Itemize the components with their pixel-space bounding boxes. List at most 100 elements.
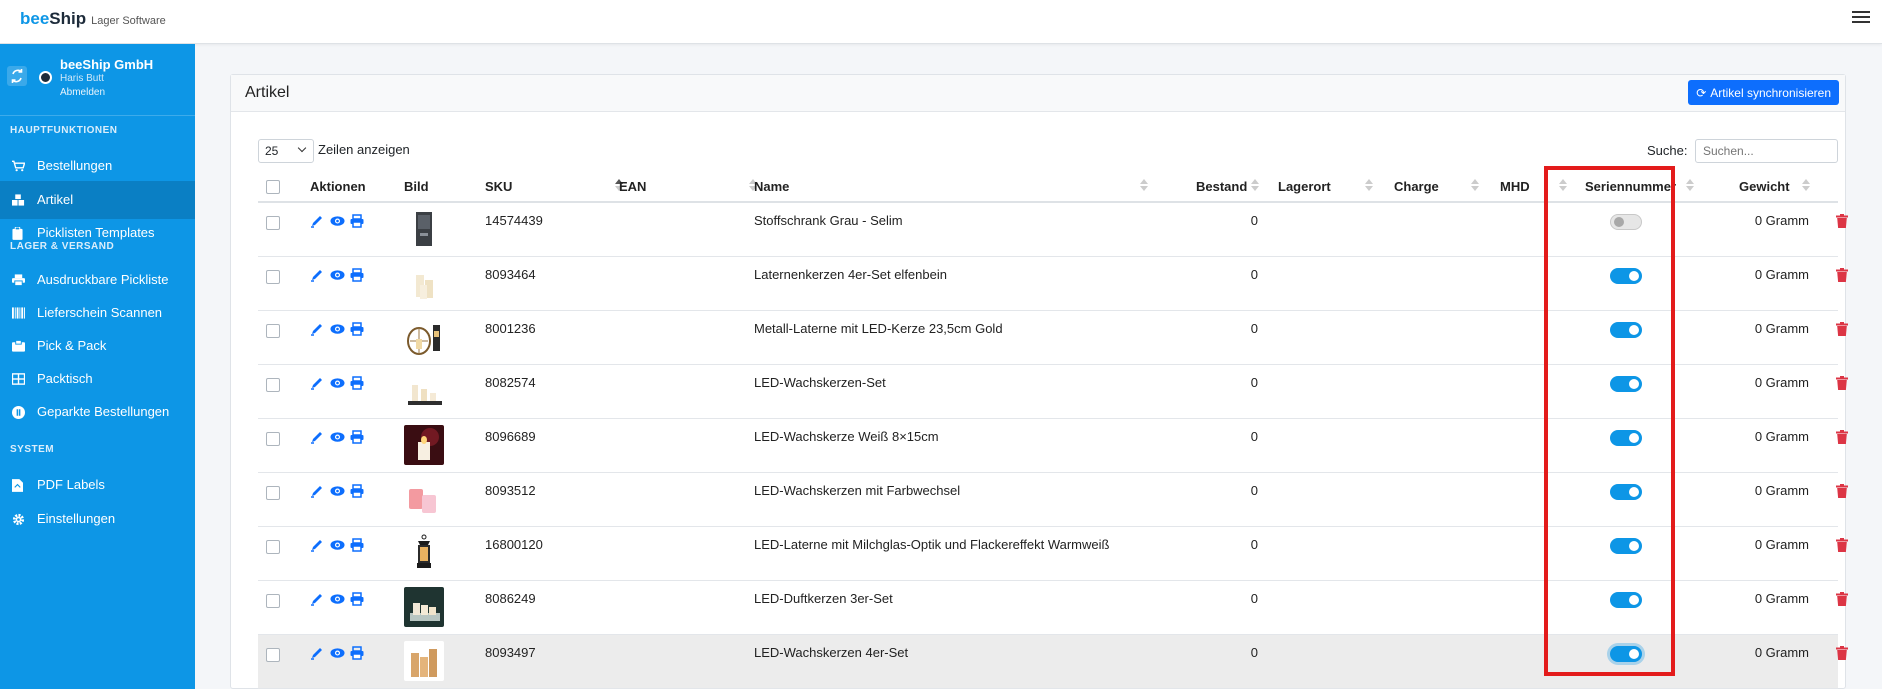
row-checkbox[interactable] (266, 432, 280, 446)
trash-icon[interactable] (1836, 322, 1848, 336)
row-checkbox[interactable] (266, 540, 280, 554)
eye-icon[interactable] (330, 538, 345, 552)
sidebar-item-label: Artikel (37, 192, 74, 207)
row-checkbox[interactable] (266, 378, 280, 392)
print-icon[interactable] (350, 214, 364, 228)
cell-weight: 0 Gramm (1754, 537, 1809, 552)
header-stock[interactable]: Bestand (1196, 179, 1247, 194)
logout-link[interactable]: Abmelden (60, 87, 105, 98)
sidebar-item-bestellungen[interactable]: Bestellungen (0, 147, 195, 185)
cell-stock: 0 (1250, 591, 1258, 606)
eye-icon[interactable] (330, 592, 345, 606)
cell-weight: 0 Gramm (1754, 429, 1809, 444)
eye-icon[interactable] (330, 376, 345, 390)
row-actions (310, 376, 364, 390)
row-checkbox[interactable] (266, 216, 280, 230)
trash-icon[interactable] (1836, 538, 1848, 552)
hamburger-menu-icon[interactable] (1852, 8, 1870, 26)
trash-icon[interactable] (1836, 430, 1848, 444)
cart-icon (12, 160, 26, 172)
trash-icon[interactable] (1836, 646, 1848, 660)
sidebar: beeShip GmbH Haris Butt Abmelden HAUPTFU… (0, 44, 195, 689)
sidebar-item-einstellungen[interactable]: Einstellungen (0, 500, 195, 538)
edit-icon[interactable] (310, 646, 324, 660)
edit-icon[interactable] (310, 214, 324, 228)
sort-stock-icon[interactable] (1251, 179, 1259, 193)
cell-sku: 16800120 (485, 537, 543, 552)
trash-icon[interactable] (1836, 268, 1848, 282)
edit-icon[interactable] (310, 430, 324, 444)
product-image (404, 641, 444, 681)
select-all-checkbox[interactable] (266, 180, 280, 194)
print-icon[interactable] (350, 268, 364, 282)
page-length-select[interactable]: 25 (258, 139, 314, 163)
cell-name: LED-Wachskerze Weiß 8×15cm (754, 429, 939, 444)
edit-icon[interactable] (310, 538, 324, 552)
header-location[interactable]: Lagerort (1278, 179, 1331, 194)
search-input[interactable] (1695, 139, 1838, 163)
row-checkbox[interactable] (266, 324, 280, 338)
sort-batch-icon[interactable] (1471, 179, 1479, 193)
edit-icon[interactable] (310, 322, 324, 336)
header-weight[interactable]: Gewicht (1739, 179, 1790, 194)
cell-sku: 8093497 (485, 645, 536, 660)
print-icon[interactable] (350, 376, 364, 390)
eye-icon[interactable] (330, 322, 345, 336)
cell-stock: 0 (1250, 429, 1258, 444)
sidebar-item-geparkte-bestellungen[interactable]: Geparkte Bestellungen (0, 393, 195, 431)
trash-icon[interactable] (1836, 484, 1848, 498)
header-ean[interactable]: EAN (619, 179, 646, 194)
trash-icon[interactable] (1836, 592, 1848, 606)
cell-sku: 8096689 (485, 429, 536, 444)
eye-icon[interactable] (330, 430, 345, 444)
sort-weight-icon[interactable] (1802, 179, 1810, 193)
print-icon[interactable] (350, 592, 364, 606)
eye-icon[interactable] (330, 214, 345, 228)
sort-name-icon[interactable] (1140, 179, 1148, 193)
box-icon (12, 339, 25, 352)
print-icon[interactable] (350, 322, 364, 336)
sidebar-item-pdf-labels[interactable]: PDF Labels (0, 466, 195, 504)
print-icon[interactable] (350, 484, 364, 498)
eye-icon[interactable] (330, 484, 345, 498)
header-name[interactable]: Name (754, 179, 789, 194)
cell-weight: 0 Gramm (1754, 591, 1809, 606)
header-mhd[interactable]: MHD (1500, 179, 1530, 194)
sync-icon[interactable] (7, 66, 27, 86)
product-image (404, 263, 444, 303)
sort-serial-icon[interactable] (1686, 179, 1694, 193)
row-checkbox[interactable] (266, 270, 280, 284)
sync-articles-button[interactable]: ⟳ Artikel synchronisieren (1688, 80, 1839, 105)
product-image (404, 479, 444, 519)
cell-sku: 14574439 (485, 213, 543, 228)
trash-icon[interactable] (1836, 214, 1848, 228)
print-icon[interactable] (350, 538, 364, 552)
eye-icon[interactable] (330, 268, 345, 282)
top-navbar: bee Ship Lager Software (0, 0, 1882, 44)
brand-logo[interactable]: bee Ship Lager Software (20, 9, 166, 29)
print-icon[interactable] (350, 646, 364, 660)
eye-icon[interactable] (330, 646, 345, 660)
print-icon[interactable] (350, 430, 364, 444)
trash-icon[interactable] (1836, 376, 1848, 390)
edit-icon[interactable] (310, 484, 324, 498)
serial-column-highlight (1544, 166, 1675, 676)
row-checkbox[interactable] (266, 594, 280, 608)
sidebar-item-label: Picklisten Templates (37, 225, 155, 240)
sidebar-item-label: Packtisch (37, 371, 93, 386)
edit-icon[interactable] (310, 268, 324, 282)
cell-sku: 8086249 (485, 591, 536, 606)
header-batch[interactable]: Charge (1394, 179, 1439, 194)
edit-icon[interactable] (310, 592, 324, 606)
product-image (404, 587, 444, 627)
clipboard-icon (12, 226, 25, 240)
cell-stock: 0 (1250, 645, 1258, 660)
row-checkbox[interactable] (266, 486, 280, 500)
sort-location-icon[interactable] (1365, 179, 1373, 193)
card-header: Artikel ⟳ Artikel synchronisieren (231, 75, 1845, 112)
edit-icon[interactable] (310, 376, 324, 390)
row-checkbox[interactable] (266, 648, 280, 662)
header-sku[interactable]: SKU (485, 179, 512, 194)
sidebar-item-label: Geparkte Bestellungen (37, 404, 170, 419)
cell-name: LED-Laterne mit Milchglas-Optik und Flac… (754, 537, 1110, 552)
